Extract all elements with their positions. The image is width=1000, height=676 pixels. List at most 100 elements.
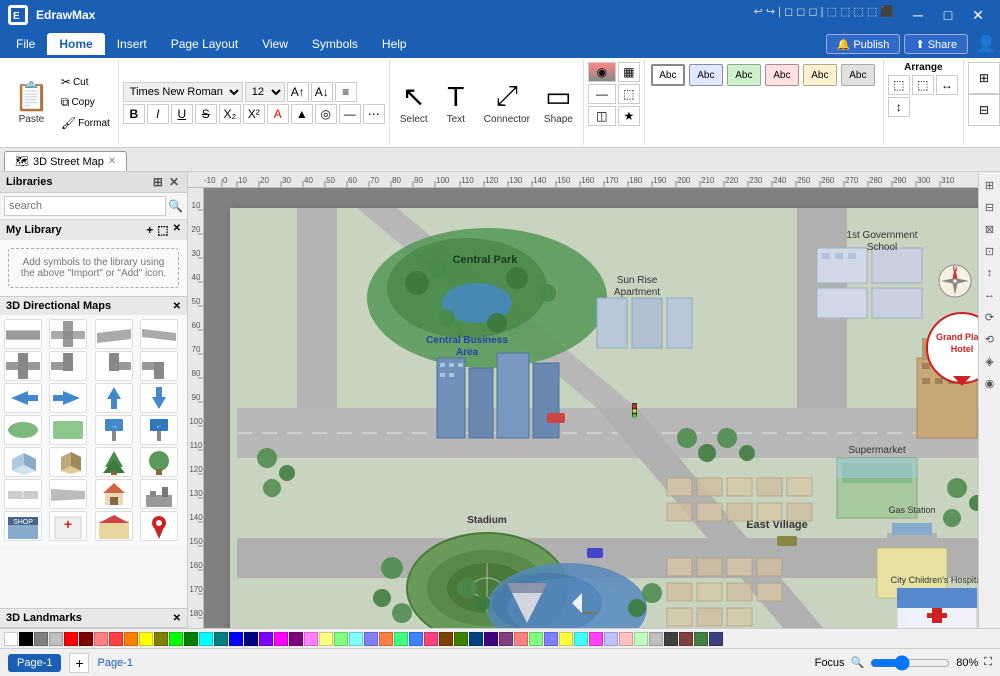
shape-road-4[interactable] [140, 319, 178, 349]
paste-button[interactable]: 📋 Paste [8, 76, 55, 129]
color-swatch[interactable] [214, 632, 228, 646]
color-swatch[interactable] [229, 632, 243, 646]
search-icon[interactable]: 🔍 [168, 199, 183, 213]
shape-building-2[interactable] [49, 447, 87, 477]
connector-button[interactable]: ⤢ Connector [478, 76, 536, 129]
color-swatch[interactable] [259, 632, 273, 646]
right-tool-3[interactable]: ⊠ [981, 220, 999, 238]
shape-tree-1[interactable] [95, 447, 133, 477]
landmarks-close[interactable]: ✕ [173, 613, 181, 624]
shape-road-flat-2[interactable] [49, 479, 87, 509]
menu-symbols[interactable]: Symbols [300, 33, 370, 55]
color-swatch[interactable] [499, 632, 513, 646]
color-swatch[interactable] [709, 632, 723, 646]
color-swatch[interactable] [34, 632, 48, 646]
sidebar-close-btn[interactable]: ✕ [167, 175, 181, 189]
arrange-btn-3[interactable]: ↔ [936, 75, 958, 95]
bold-button[interactable]: B [123, 104, 145, 124]
style-swatch-3[interactable]: Abc [727, 64, 761, 86]
shadow-btn[interactable]: ◫ [588, 106, 616, 126]
font-color-button[interactable]: A [267, 104, 289, 124]
color-swatch[interactable] [574, 632, 588, 646]
shape-factory-1[interactable] [140, 479, 178, 509]
menu-help[interactable]: Help [370, 33, 419, 55]
text-button[interactable]: T Text [436, 77, 476, 129]
italic-button[interactable]: I [147, 104, 169, 124]
search-input[interactable] [4, 196, 166, 216]
arrange-btn-4[interactable]: ↕ [888, 97, 910, 117]
color-swatch[interactable] [139, 632, 153, 646]
shape-house-1[interactable] [95, 479, 133, 509]
color-swatch[interactable] [379, 632, 393, 646]
style-swatch-6[interactable]: Abc [841, 64, 875, 86]
menu-view[interactable]: View [250, 33, 300, 55]
line2-btn[interactable]: ⬚ [618, 84, 640, 104]
color-swatch[interactable] [349, 632, 363, 646]
right-tool-10[interactable]: ◉ [981, 374, 999, 392]
canvas-paper[interactable]: Central Park 1st Government S [230, 208, 978, 628]
import-icon[interactable]: ⬚ [157, 223, 168, 237]
fill-color-btn[interactable]: ◉ [588, 62, 616, 82]
color-swatch[interactable] [649, 632, 663, 646]
color-swatch[interactable] [154, 632, 168, 646]
my-library-close[interactable]: ✕ [173, 223, 181, 237]
shape-sign-2[interactable]: ← [140, 415, 178, 445]
style-swatch-5[interactable]: Abc [803, 64, 837, 86]
right-tool-8[interactable]: ⟲ [981, 330, 999, 348]
shape-grass-1[interactable] [4, 415, 42, 445]
color-swatch[interactable] [124, 632, 138, 646]
share-button[interactable]: ⬆ Share [904, 34, 968, 54]
color-swatch[interactable] [319, 632, 333, 646]
fill-button[interactable]: ◎ [315, 104, 337, 124]
style-swatch-1[interactable]: Abc [651, 64, 685, 86]
right-tool-6[interactable]: ↔ [981, 286, 999, 304]
shape-shop-1[interactable]: SHOP [4, 511, 42, 541]
strikethrough-button[interactable]: S [195, 104, 217, 124]
color-swatch[interactable] [199, 632, 213, 646]
shape-button[interactable]: ▭ Shape [538, 76, 579, 129]
color-swatch[interactable] [364, 632, 378, 646]
highlight-button[interactable]: ▲ [291, 104, 313, 124]
shape-arrow-3[interactable] [95, 383, 133, 413]
underline-button[interactable]: U [171, 104, 193, 124]
menu-insert[interactable]: Insert [105, 33, 159, 55]
effect-btn[interactable]: ★ [618, 106, 640, 126]
doc-tab-street-map[interactable]: 🗺 3D Street Map ✕ [4, 151, 127, 171]
add-icon[interactable]: + [146, 223, 153, 237]
menu-home[interactable]: Home [47, 33, 104, 55]
fullscreen-icon[interactable]: ⛶ [984, 656, 992, 669]
color-swatch[interactable] [469, 632, 483, 646]
fill2-btn[interactable]: ▦ [618, 62, 640, 82]
zoom-slider[interactable] [870, 655, 950, 671]
select-button[interactable]: ↖ Select [394, 76, 434, 129]
right-tool-9[interactable]: ◈ [981, 352, 999, 370]
color-swatch[interactable] [664, 632, 678, 646]
more-button[interactable]: ⋯ [363, 104, 385, 124]
color-swatch[interactable] [109, 632, 123, 646]
align-button[interactable]: ≡ [335, 82, 357, 102]
directional-maps-header[interactable]: 3D Directional Maps ✕ [0, 297, 187, 315]
shape-pin-1[interactable] [140, 511, 178, 541]
font-family-select[interactable]: Times New Roman [123, 82, 243, 102]
right-tool-1[interactable]: ⊞ [981, 176, 999, 194]
color-swatch[interactable] [514, 632, 528, 646]
canvas-container[interactable]: 10 20 30 40 50 60 70 80 90 [188, 188, 978, 628]
shape-turn-1[interactable] [49, 351, 87, 381]
color-swatch[interactable] [544, 632, 558, 646]
line-color-btn[interactable]: — [588, 84, 616, 104]
color-swatch[interactable] [439, 632, 453, 646]
right-tool-4[interactable]: ⊡ [981, 242, 999, 260]
shape-building-1[interactable] [4, 447, 42, 477]
font-size-select[interactable]: 12 [245, 82, 285, 102]
color-swatch[interactable] [289, 632, 303, 646]
landmarks-header[interactable]: 3D Landmarks ✕ [0, 609, 187, 627]
copy-button[interactable]: ⧉Copy [57, 93, 114, 112]
account-icon[interactable]: 👤 [976, 34, 996, 54]
color-swatch[interactable] [334, 632, 348, 646]
my-library-header[interactable]: My Library + ⬚ ✕ [0, 220, 187, 240]
font-increase-button[interactable]: A↑ [287, 82, 309, 102]
color-swatch[interactable] [64, 632, 78, 646]
shape-tree-2[interactable] [140, 447, 178, 477]
shape-arrow-1[interactable] [4, 383, 42, 413]
color-swatch[interactable] [79, 632, 93, 646]
